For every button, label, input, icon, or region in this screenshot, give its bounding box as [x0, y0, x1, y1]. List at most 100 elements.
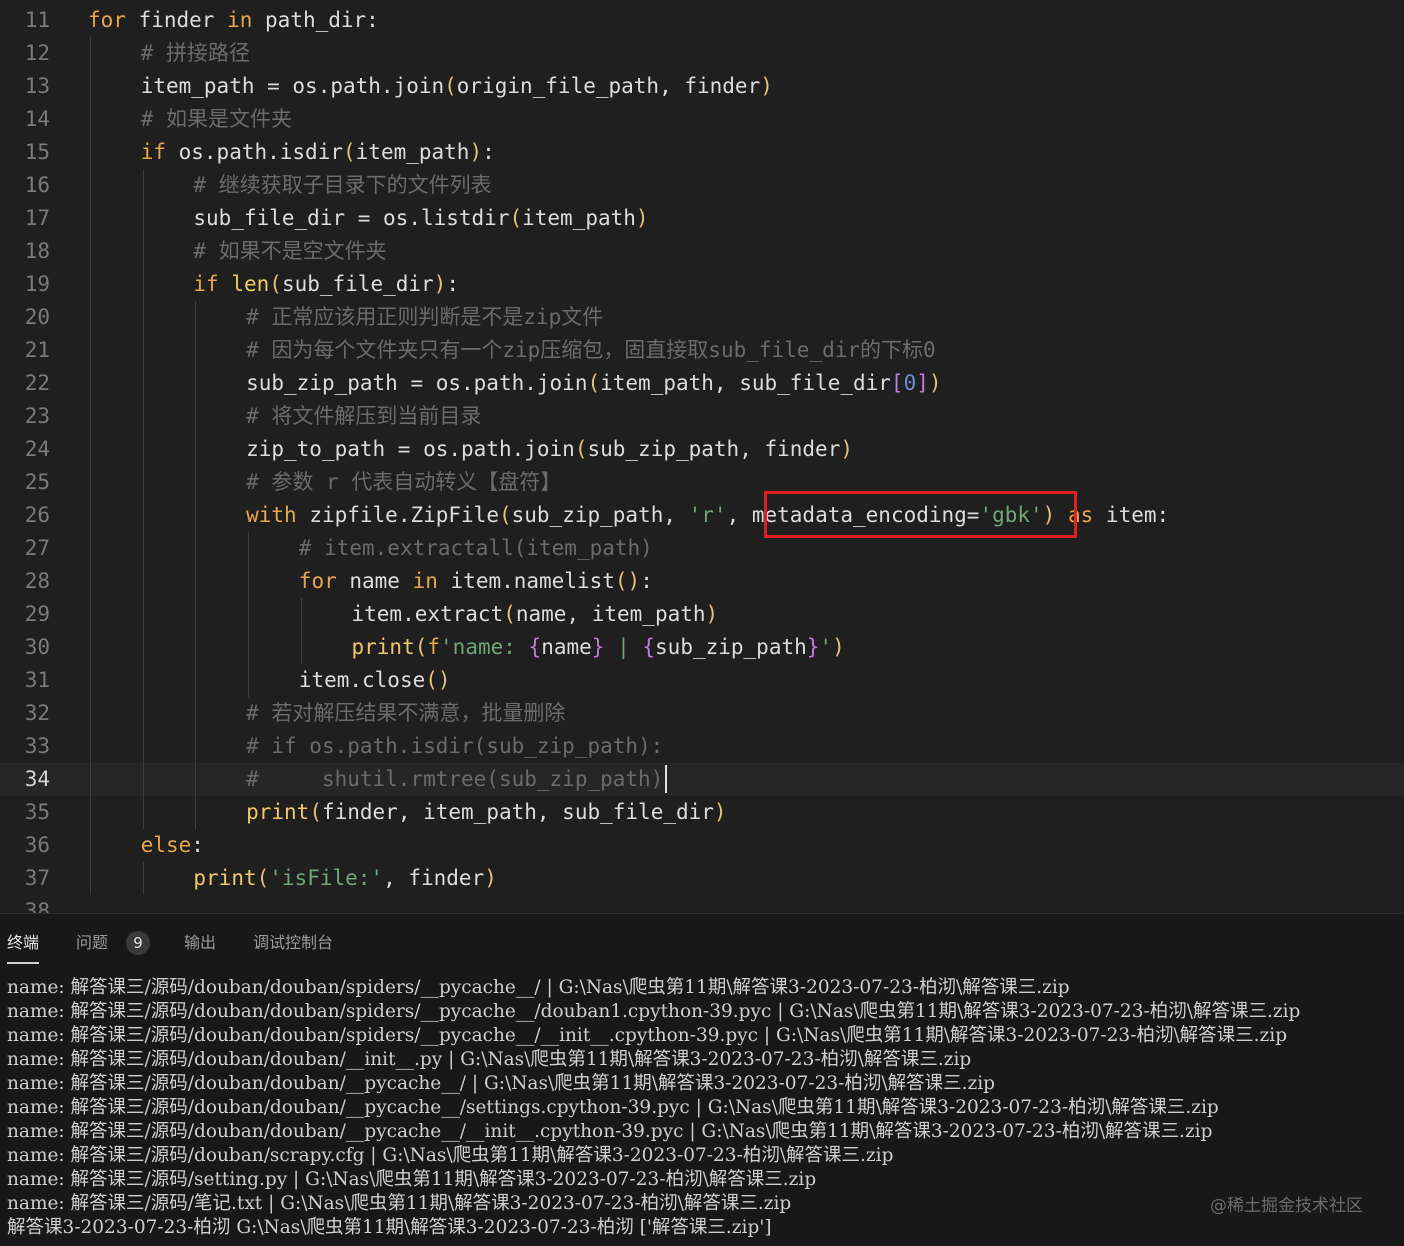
code-line[interactable]: 13 item_path = os.path.join(origin_file_p…	[0, 70, 1404, 103]
indent-guide	[195, 400, 197, 433]
line-number: 22	[24, 371, 50, 395]
tab-output[interactable]: 输出	[184, 914, 216, 962]
code-token: sub_zip_path, finder	[587, 437, 841, 461]
code-line[interactable]: 28 for name in item.namelist():	[0, 565, 1404, 598]
tab-problems[interactable]: 问题	[76, 914, 108, 962]
code-token: item.extract	[351, 602, 504, 626]
code-line[interactable]: 11 for finder in path_dir:	[0, 4, 1404, 37]
code-token: )	[760, 74, 773, 98]
code-token: # item.extractall(item_path)	[298, 536, 653, 560]
code-token: print	[246, 800, 310, 824]
code-line[interactable]: 26 with zipfile.ZipFile(sub_zip_path, 'r'…	[0, 499, 1404, 532]
code-line[interactable]: 22 sub_zip_path = os.path.join(item_path,…	[0, 367, 1404, 400]
tab-debug-console[interactable]: 调试控制台	[253, 914, 333, 962]
code-token: # if os.path.isdir(sub_zip_path):	[246, 734, 664, 758]
code-line[interactable]: 30 print(f'name: {name} | {sub_zip_path}'…	[0, 631, 1404, 664]
line-number: 31	[24, 668, 50, 692]
code-line[interactable]: 14 # 如果是文件夹	[0, 103, 1404, 136]
code-token: # 参数 r 代表自动转义【盘符】	[246, 470, 562, 494]
indent-guide	[90, 796, 91, 829]
code-line[interactable]: 35 print(finder, item_path, sub_file_dir)	[0, 796, 1404, 829]
code-token: )	[840, 437, 854, 461]
code-line[interactable]: 32 # 若对解压结果不满意，批量删除	[0, 697, 1404, 730]
code-token: print	[351, 635, 415, 659]
code-line[interactable]: 36 else:	[0, 829, 1404, 862]
code-line[interactable]: 34 # shutil.rmtree(sub_zip_path)	[0, 763, 1404, 796]
annotation-highlight-box	[764, 491, 1077, 538]
terminal-line: name: 解答课三/源码/douban/douban/spiders/__py…	[7, 1025, 1288, 1046]
code-text: sub_zip_path = os.path.join(item_path, s…	[246, 367, 941, 400]
code-line[interactable]: 19 if len(sub_file_dir):	[0, 268, 1404, 301]
code-line[interactable]: 33 # if os.path.isdir(sub_zip_path):	[0, 730, 1404, 763]
code-token: # 如果是文件夹	[140, 107, 292, 131]
code-line[interactable]: 21 # 因为每个文件夹只有一个zip压缩包，固直接取sub_file_dir的下…	[0, 334, 1404, 367]
code-token: if	[193, 272, 219, 296]
indent-guide	[142, 202, 144, 235]
code-line[interactable]: 23 # 将文件解压到当前目录	[0, 400, 1404, 433]
indent-guide	[195, 763, 197, 796]
indent-guide	[142, 730, 144, 763]
line-number: 17	[24, 206, 50, 230]
indent-guide	[90, 631, 91, 664]
code-line[interactable]: 31 item.close()	[0, 664, 1404, 697]
code-editor[interactable]: 11 for finder in path_dir: 12 # 拼接路径 13 item_…	[0, 0, 1404, 913]
code-token: (	[309, 800, 322, 824]
code-token: item_path	[355, 140, 470, 164]
indent-guide	[90, 268, 91, 301]
indent-guide	[195, 499, 197, 532]
indent-guide	[142, 433, 144, 466]
indent-guide	[142, 631, 144, 664]
indent-guide	[90, 334, 91, 367]
indent-guide	[90, 730, 91, 763]
indent-guide	[142, 664, 144, 697]
code-token: )	[469, 140, 483, 164]
code-text: # 如果不是空文件夹	[193, 235, 386, 268]
code-token: item_path	[522, 206, 636, 230]
code-token: sub_file_dir = os.listdir	[193, 206, 510, 230]
code-line[interactable]: 18 # 如果不是空文件夹	[0, 235, 1404, 268]
tab-terminal[interactable]: 终端	[7, 914, 40, 964]
terminal-line: name: 解答课三/源码/douban/douban/spiders/__py…	[7, 1001, 1301, 1022]
line-number: 20	[24, 305, 50, 329]
code-token: (	[498, 503, 512, 527]
indent-guide	[90, 499, 91, 532]
code-line[interactable]: 12 # 拼接路径	[0, 37, 1404, 70]
code-text: item_path = os.path.join(origin_file_pat…	[141, 70, 773, 103]
line-number: 18	[24, 239, 50, 263]
code-line[interactable]: 20 # 正常应该用正则判断是不是zip文件	[0, 301, 1404, 334]
code-token: )	[705, 602, 719, 626]
line-number: 21	[24, 338, 50, 362]
indent-guide	[195, 664, 197, 697]
indent-guide	[90, 301, 91, 334]
code-token: f	[427, 635, 441, 659]
line-number: 13	[24, 74, 50, 98]
indent-guide	[195, 631, 197, 664]
code-line[interactable]: 37 print('isFile:', finder)	[0, 862, 1404, 895]
code-line[interactable]: 29 item.extract(name, item_path)	[0, 598, 1404, 631]
code-token: )	[484, 866, 497, 890]
indent-guide	[195, 565, 197, 598]
text-cursor	[665, 765, 668, 793]
terminal-line: 解答课3-2023-07-23-柏沏 G:\Nas\爬虫第11期\解答课3-20…	[7, 1217, 772, 1238]
code-line[interactable]: 38	[0, 895, 1404, 913]
code-line[interactable]: 25 # 参数 r 代表自动转义【盘符】	[0, 466, 1404, 499]
line-number: 34	[24, 767, 50, 791]
line-number: 12	[24, 41, 50, 65]
code-line[interactable]: 24 zip_to_path = os.path.join(sub_zip_pat…	[0, 433, 1404, 466]
line-number: 25	[24, 470, 50, 494]
indent-guide	[195, 433, 197, 466]
code-token: zipfile.ZipFile	[296, 503, 499, 527]
code-line[interactable]: 17 sub_file_dir = os.listdir(item_path)	[0, 202, 1404, 235]
code-token: item:	[1093, 503, 1170, 527]
code-token: }	[806, 635, 820, 659]
code-line[interactable]: 27 # item.extractall(item_path)	[0, 532, 1404, 565]
indent-guide	[195, 466, 197, 499]
indent-guide	[90, 466, 91, 499]
code-text: if len(sub_file_dir):	[193, 268, 459, 301]
indent-guide	[90, 136, 91, 169]
indent-guide	[142, 763, 144, 796]
code-line[interactable]: 16 # 继续获取子目录下的文件列表	[0, 169, 1404, 202]
code-line[interactable]: 15 if os.path.isdir(item_path):	[0, 136, 1404, 169]
code-token: in	[227, 8, 253, 32]
code-token: item_path, sub_file_dir	[600, 371, 891, 395]
